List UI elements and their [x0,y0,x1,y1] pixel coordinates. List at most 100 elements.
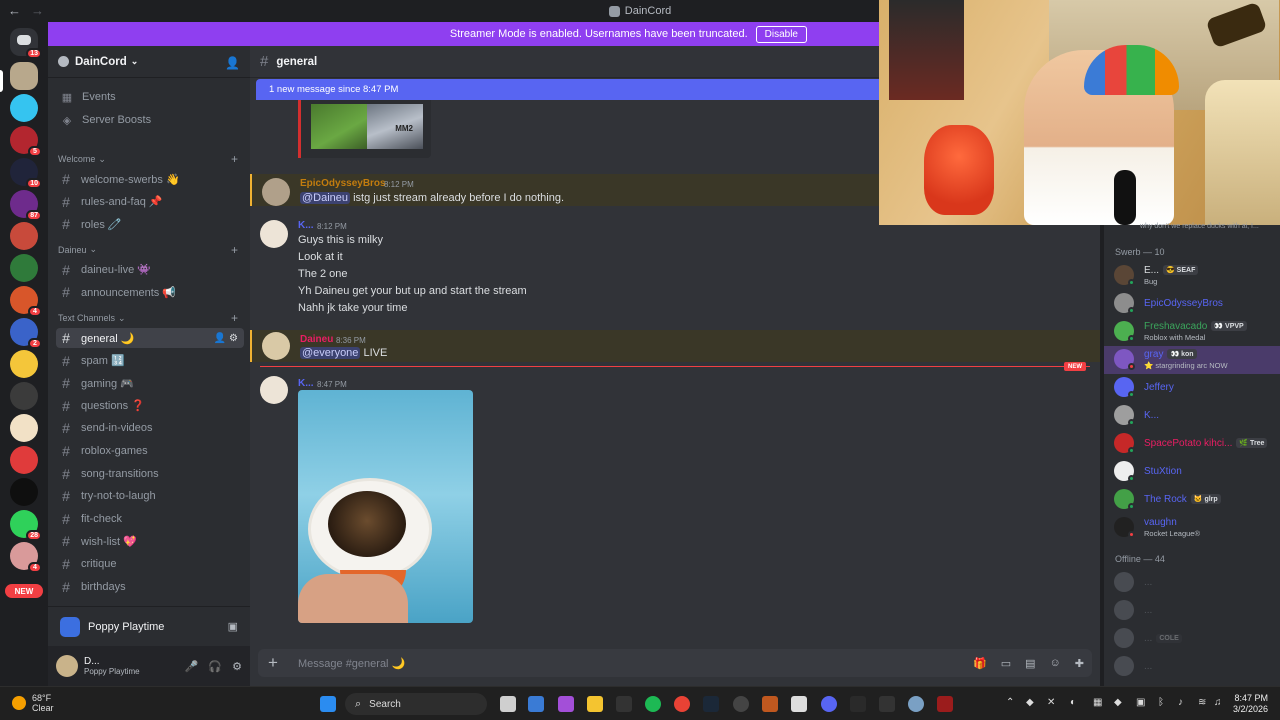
message-author[interactable]: K... [298,378,314,389]
channel-gaming[interactable]: # gaming 🎮 [56,373,244,393]
channel-song-transitions[interactable]: # song-transitions [56,464,244,484]
channel-birthdays[interactable]: # birthdays [56,577,244,597]
app-icon[interactable] [937,696,953,712]
server-icon[interactable] [10,94,38,122]
avatar[interactable] [262,332,290,360]
apps-icon[interactable]: ✚ [1075,657,1084,670]
channel-try-not-to-laugh[interactable]: # try-not-to-laugh [56,486,244,506]
message-composer[interactable]: + Message #general 🌙 🎁 ▭ ▤ ☺ ✚ [258,649,1092,677]
taskbar-search[interactable]: ⌕ Search [345,693,487,715]
activity-panel-icon[interactable]: ▣ [228,620,238,633]
member-item[interactable]: ... [1104,569,1280,597]
server-icon[interactable] [10,254,38,282]
message-input[interactable]: Message #general 🌙 [298,657,405,670]
channel-announcements[interactable]: # announcements 📢 [56,282,244,302]
disable-streamer-mode-button[interactable]: Disable [755,25,807,43]
gear-icon[interactable]: ⚙ [232,660,242,673]
server-icon[interactable] [10,222,38,250]
discord-icon[interactable] [821,696,837,712]
weather-widget[interactable]: 68°F Clear [12,693,54,713]
server-icon[interactable] [10,446,38,474]
member-item[interactable]: ... COLE [1104,625,1280,653]
clock[interactable]: 8:47 PM 3/2/2026 [1233,693,1268,715]
channel-category[interactable]: Text Channels ⌄ + [58,311,238,325]
create-channel-icon[interactable]: + [231,311,238,325]
store-icon[interactable] [528,696,544,712]
member-item[interactable]: gray 👀 kon ⭐ stargrinding arc NOW [1104,346,1280,374]
chevron-up-icon[interactable]: ⌃ [1006,697,1014,708]
server-icon[interactable]: 87 [10,190,42,221]
avatar[interactable] [262,178,290,206]
channel-category[interactable]: Daineu ⌄ + [58,243,238,257]
message-author[interactable]: K... [298,220,314,231]
volume-icon[interactable]: ♫ [1214,697,1222,708]
message-author[interactable]: EpicOdysseyBros [300,178,386,189]
server-icon[interactable]: 4 [10,542,42,573]
activity-card[interactable]: Poppy Playtime ▣ [48,606,250,646]
channel-send-in-videos[interactable]: # send-in-videos [56,418,244,438]
mic-tray-icon[interactable]: ♪ [1178,697,1183,708]
wifi-icon[interactable]: ≋ [1198,697,1206,708]
add-attachment-icon[interactable]: + [258,653,288,673]
task-view-icon[interactable] [500,696,516,712]
member-item[interactable]: E... 😎 SEAF Bug [1104,262,1280,290]
gif-icon[interactable]: ▭ [1001,657,1011,670]
back-arrow-icon[interactable]: ← [8,3,21,18]
create-channel-icon[interactable]: + [231,152,238,166]
member-item[interactable]: K... [1104,402,1280,430]
channel-roblox-games[interactable]: # roblox-games [56,441,244,461]
copilot-icon[interactable] [558,696,574,712]
steam-tray-icon[interactable]: ◆ [1026,697,1034,708]
channel-rules-and-faq[interactable]: # rules-and-faq 📌 [56,192,244,212]
channel-critique[interactable]: # critique [56,554,244,574]
forward-arrow-icon[interactable]: → [31,3,44,18]
sidebar-item-events[interactable]: ▦ Events [56,86,244,108]
bluetooth-icon[interactable]: ᛒ [1158,697,1164,708]
sidebar-item-server-boosts[interactable]: ◈ Server Boosts [56,109,244,131]
channel-general[interactable]: # general 🌙 👤 ⚙ [56,328,244,348]
channel-spam[interactable]: # spam 🔢 [56,351,244,371]
server-icon[interactable]: 2 [10,318,42,349]
channel-questions[interactable]: # questions ❓ [56,396,244,416]
channel-fit-check[interactable]: # fit-check [56,509,244,529]
spotify-icon[interactable] [645,696,661,712]
image-attachment[interactable] [298,390,473,623]
server-icon[interactable] [10,478,38,506]
channel-category[interactable]: Welcome ⌄ + [58,152,238,166]
channel-daineu-live[interactable]: # daineu-live 👾 [56,260,244,280]
epic-games-icon[interactable] [616,696,632,712]
server-icon[interactable]: 10 [10,158,42,189]
tray-icon[interactable]: ▣ [1136,697,1145,708]
tray-icon[interactable]: ◆ [1114,697,1122,708]
settings-icon[interactable] [908,696,924,712]
message-author[interactable]: Daineu [300,334,333,345]
deafen-icon[interactable]: 🎧 [208,660,222,673]
tray-icon[interactable]: ▦ [1093,697,1102,708]
member-item[interactable]: vaughn Rocket League® [1104,514,1280,542]
steam-icon[interactable] [703,696,719,712]
app-icon[interactable] [850,696,866,712]
channel-wish-list[interactable]: # wish-list 💖 [56,531,244,551]
new-unreads-pill[interactable]: NEW [5,584,43,598]
member-item[interactable]: Jeffery [1104,374,1280,402]
emoji-icon[interactable]: ☺ [1050,657,1061,670]
user-mention[interactable]: @Daineu [300,192,351,204]
member-item[interactable]: The Rock 🐱 glrp [1104,486,1280,514]
member-item[interactable]: ... [1104,597,1280,625]
tray-icon[interactable]: ◐ [1070,697,1076,708]
avatar[interactable] [56,655,78,677]
gift-icon[interactable]: 🎁 [973,657,987,670]
server-icon[interactable]: 28 [10,510,42,541]
sticker-icon[interactable]: ▤ [1025,657,1035,670]
member-item[interactable]: EpicOdysseyBros [1104,290,1280,318]
create-channel-icon[interactable]: + [231,243,238,257]
tray-icon[interactable]: ✕ [1047,697,1055,708]
server-icon[interactable] [10,382,38,410]
channel-welcome-swerbs[interactable]: # welcome-swerbs 👋 [56,169,244,189]
server-icon[interactable] [10,350,38,378]
channel-roles[interactable]: # roles 🧷 [56,214,244,234]
member-item[interactable]: Freshavacado 👀 VPVP Roblox with Medal [1104,318,1280,346]
file-explorer-icon[interactable] [587,696,603,712]
guild-header[interactable]: DainCord ⌄ 👤 [48,46,250,78]
message[interactable]: K... 8:12 PM Guys this is milky Look at … [250,216,1100,318]
